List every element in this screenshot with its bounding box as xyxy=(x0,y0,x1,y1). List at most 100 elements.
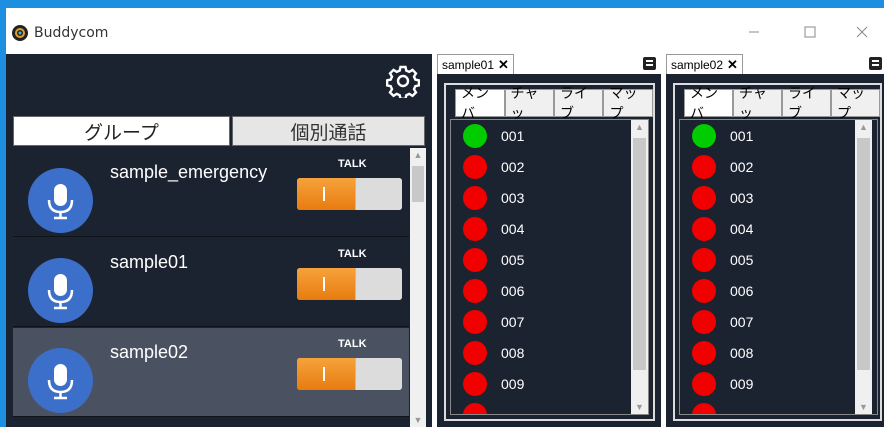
member-list: 001 002 003 004 005 006 007 008 009 ▲ ▼ xyxy=(679,119,878,415)
scroll-up-icon[interactable]: ▲ xyxy=(855,122,872,132)
member-row[interactable]: 002 xyxy=(451,151,631,182)
member-id: 004 xyxy=(501,221,525,237)
scroll-up-icon[interactable]: ▲ xyxy=(631,122,648,132)
member-row[interactable]: 009 xyxy=(680,368,860,399)
status-offline-icon xyxy=(463,403,487,414)
member-panel-sample01: sample01 ✕ メンバ チャッ ライブ マップ 001 002 003 0… xyxy=(437,54,661,427)
member-row[interactable]: 005 xyxy=(451,244,631,275)
scroll-down-icon[interactable]: ▼ xyxy=(855,402,872,412)
talk-toggle[interactable] xyxy=(297,178,402,210)
tab-chat[interactable]: チャッ xyxy=(733,86,782,122)
group-name: sample02 xyxy=(110,342,189,362)
maximize-button[interactable] xyxy=(790,18,830,46)
tab-groups[interactable]: グループ xyxy=(13,116,230,146)
member-list-scrollbar[interactable]: ▲ ▼ xyxy=(855,120,872,414)
tab-live[interactable]: ライブ xyxy=(781,86,831,122)
close-icon[interactable]: ✕ xyxy=(498,57,509,73)
member-id: 007 xyxy=(730,314,754,330)
member-list: 001 002 003 004 005 006 007 008 009 ▲ ▼ xyxy=(450,119,649,415)
tab-individual-call[interactable]: 個別通話 xyxy=(231,116,425,146)
close-window-button[interactable] xyxy=(842,18,882,46)
member-id: 009 xyxy=(501,376,525,392)
scroll-up-icon[interactable]: ▲ xyxy=(410,150,426,160)
tab-title: sample01 xyxy=(442,57,495,72)
tab-chat[interactable]: チャッ xyxy=(504,86,554,122)
member-id: 003 xyxy=(501,190,525,206)
scroll-down-icon[interactable]: ▼ xyxy=(410,415,426,425)
member-id: 002 xyxy=(501,159,525,175)
status-offline-icon xyxy=(463,279,487,303)
group-item-sample02[interactable]: sample02 TALK xyxy=(13,328,409,417)
member-row[interactable]: 006 xyxy=(680,275,860,306)
microphone-icon xyxy=(28,168,93,233)
tab-sample01[interactable]: sample01 ✕ xyxy=(437,54,514,74)
member-id: 005 xyxy=(730,252,754,268)
member-row[interactable]: 001 xyxy=(451,120,631,151)
member-row[interactable]: 001 xyxy=(680,120,860,151)
buddycom-logo-icon xyxy=(12,25,28,41)
talk-label: TALK xyxy=(338,338,367,350)
member-panel-body: メンバ チャッ ライブ マップ 001 002 003 004 005 006 … xyxy=(444,83,655,421)
member-id: 004 xyxy=(730,221,754,237)
status-offline-icon xyxy=(463,310,487,334)
tab-title: sample02 xyxy=(671,57,724,72)
member-row[interactable]: 004 xyxy=(451,213,631,244)
member-row[interactable] xyxy=(451,399,631,414)
menu-icon[interactable] xyxy=(869,57,882,70)
scrollbar-thumb[interactable] xyxy=(633,138,646,370)
window-title: Buddycom xyxy=(34,25,109,41)
member-row[interactable]: 003 xyxy=(451,182,631,213)
tab-sample02[interactable]: sample02 ✕ xyxy=(666,54,743,74)
gear-icon[interactable] xyxy=(386,64,420,98)
member-row[interactable]: 002 xyxy=(680,151,860,182)
tab-members[interactable]: メンバ xyxy=(684,86,734,122)
status-offline-icon xyxy=(463,341,487,365)
tab-members[interactable]: メンバ xyxy=(455,86,505,122)
status-offline-icon xyxy=(692,248,716,272)
scroll-down-icon[interactable]: ▼ xyxy=(631,402,648,412)
member-id: 005 xyxy=(501,252,525,268)
status-offline-icon xyxy=(692,403,716,414)
group-item-sample-emergency[interactable]: sample_emergency TALK xyxy=(13,148,409,237)
member-id: 003 xyxy=(730,190,754,206)
member-subtabs: メンバ チャッ ライブ マップ xyxy=(455,86,654,122)
member-panel-sample02: sample02 ✕ メンバ チャッ ライブ マップ 001 002 003 0… xyxy=(666,54,884,427)
member-subtabs: メンバ チャッ ライブ マップ xyxy=(684,86,881,122)
tab-map[interactable]: マップ xyxy=(830,86,881,122)
group-item-sample01[interactable]: sample01 TALK xyxy=(13,238,409,327)
member-row[interactable]: 009 xyxy=(451,368,631,399)
tab-map[interactable]: マップ xyxy=(603,86,654,122)
member-row[interactable]: 008 xyxy=(451,337,631,368)
group-list-scrollbar[interactable]: ▲ ▼ xyxy=(410,148,426,427)
status-offline-icon xyxy=(463,248,487,272)
group-name: sample_emergency xyxy=(110,162,268,182)
member-row[interactable]: 007 xyxy=(451,306,631,337)
menu-icon[interactable] xyxy=(643,57,656,70)
tab-live[interactable]: ライブ xyxy=(553,86,604,122)
member-id: 009 xyxy=(730,376,754,392)
scrollbar-thumb[interactable] xyxy=(857,138,870,370)
member-row[interactable]: 008 xyxy=(680,337,860,368)
group-name: sample01 xyxy=(110,252,189,272)
member-row[interactable]: 007 xyxy=(680,306,860,337)
talk-toggle[interactable] xyxy=(297,268,402,300)
talk-toggle[interactable] xyxy=(297,358,402,390)
member-row[interactable]: 005 xyxy=(680,244,860,275)
member-row[interactable]: 006 xyxy=(451,275,631,306)
status-offline-icon xyxy=(692,186,716,210)
member-row[interactable] xyxy=(680,399,860,414)
status-offline-icon xyxy=(463,155,487,179)
minimize-icon xyxy=(749,31,759,33)
member-list-scrollbar[interactable]: ▲ ▼ xyxy=(631,120,648,414)
group-tabs: グループ 個別通話 xyxy=(13,116,425,146)
minimize-button[interactable] xyxy=(734,18,774,46)
microphone-icon xyxy=(28,348,93,413)
close-icon[interactable]: ✕ xyxy=(727,57,738,73)
member-row[interactable]: 003 xyxy=(680,182,860,213)
member-id: 001 xyxy=(501,128,525,144)
member-panel-body: メンバ チャッ ライブ マップ 001 002 003 004 005 006 … xyxy=(673,83,882,421)
member-row[interactable]: 004 xyxy=(680,213,860,244)
status-offline-icon xyxy=(692,341,716,365)
scrollbar-thumb[interactable] xyxy=(412,166,424,202)
member-id: 001 xyxy=(730,128,754,144)
